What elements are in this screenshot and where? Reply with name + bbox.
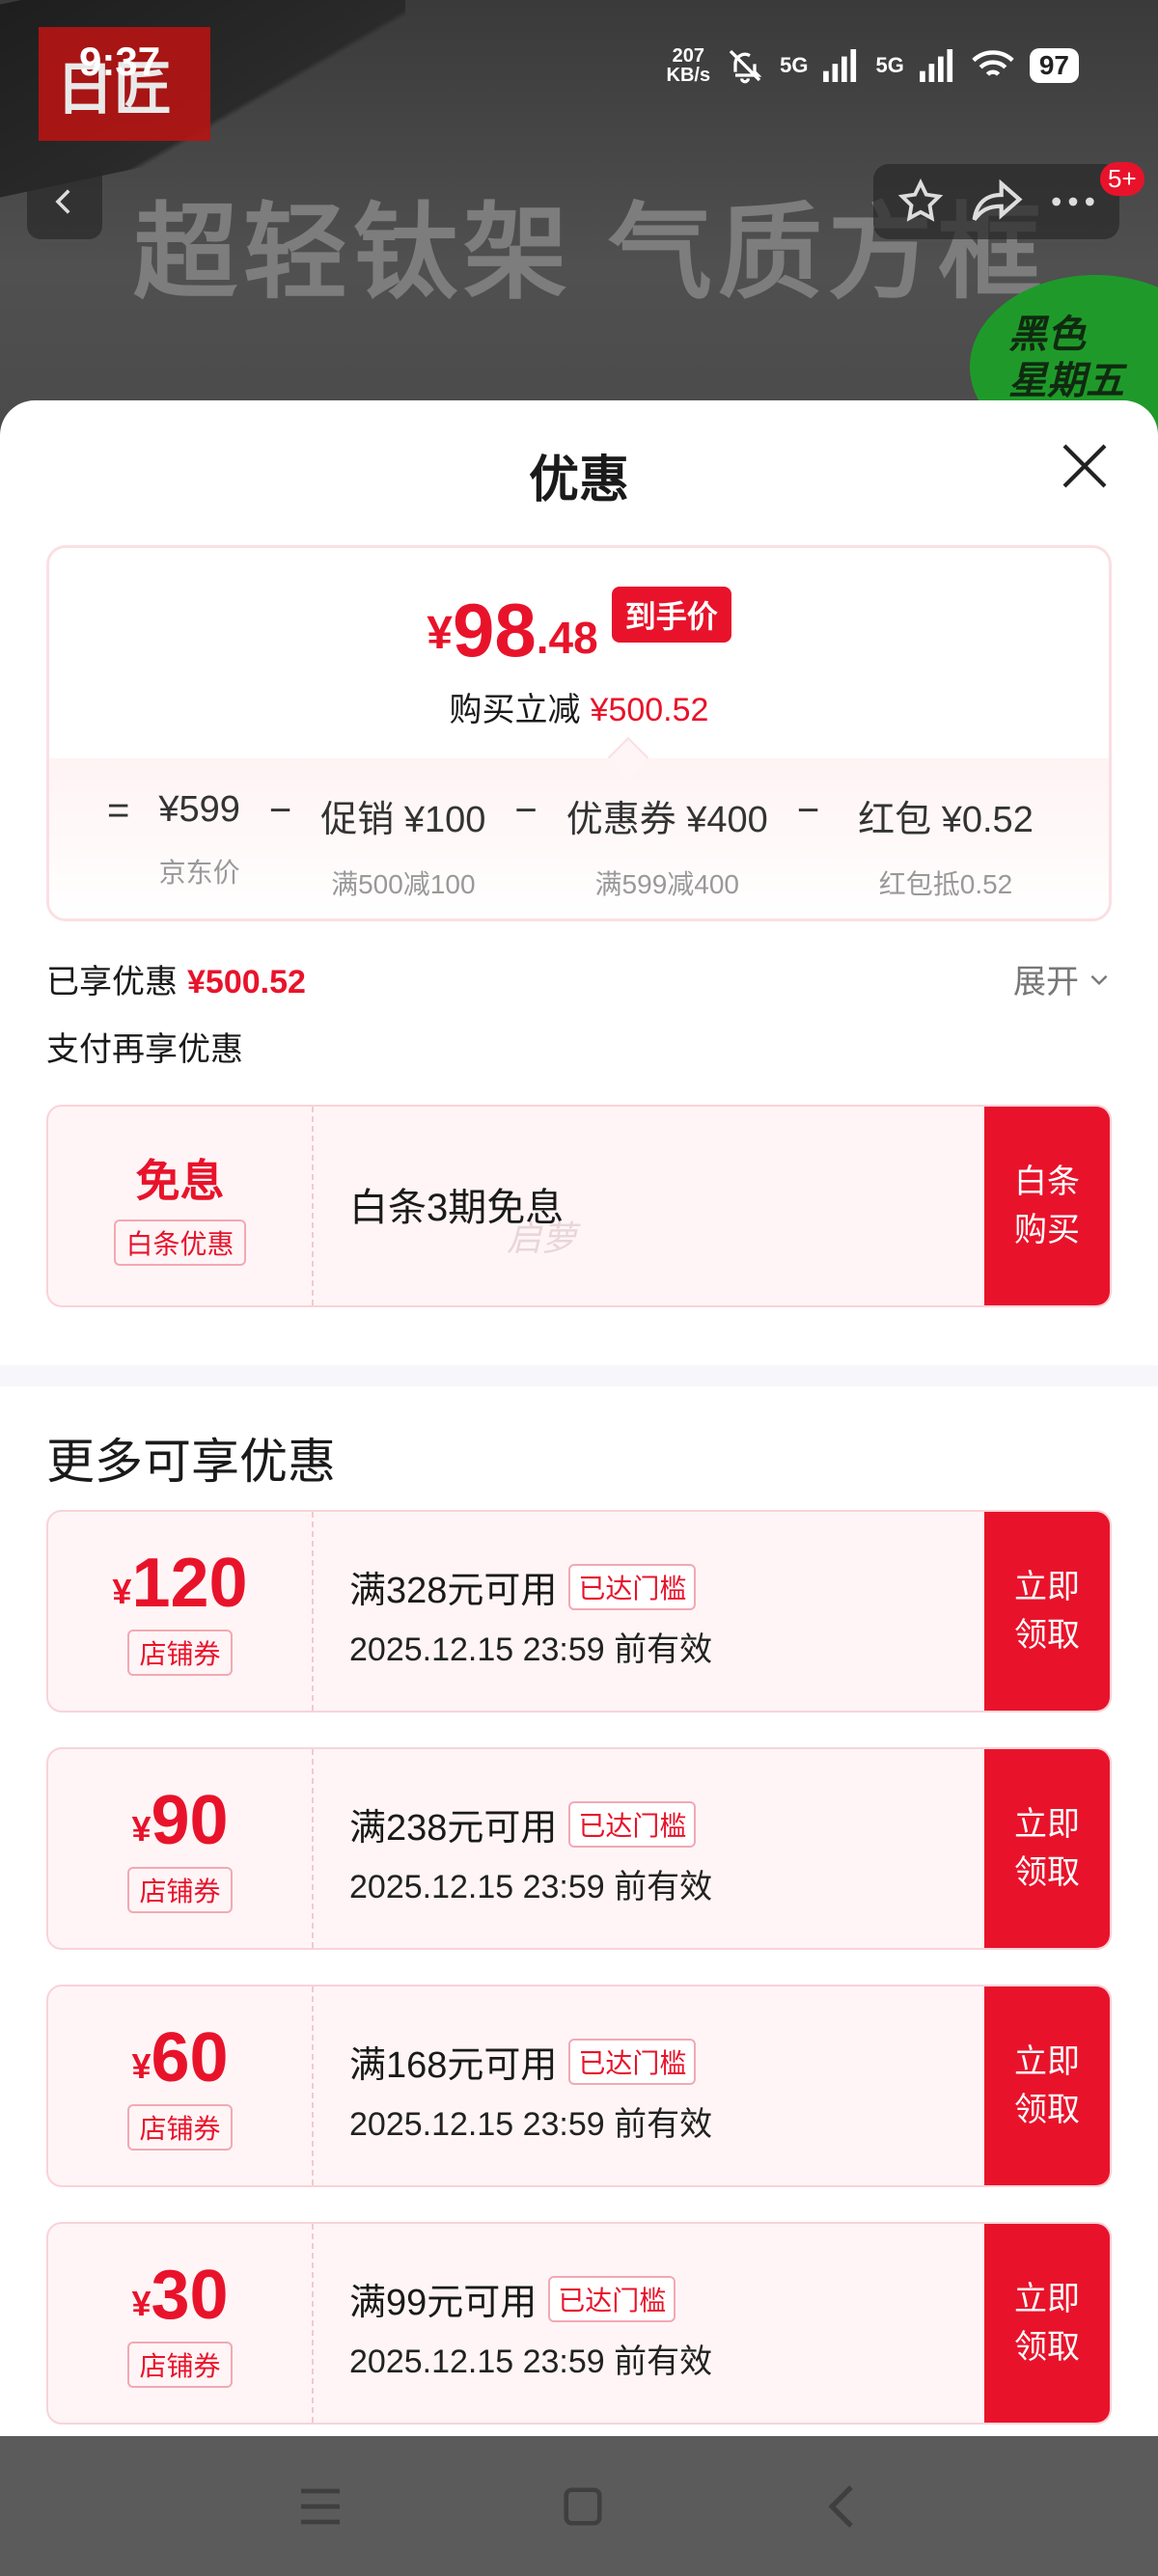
status-icons: 207 KB/s 5G 5G 97 (667, 46, 1079, 85)
coupon-type-label: 店铺券 (127, 1630, 233, 1676)
back-button[interactable] (27, 164, 102, 239)
coupon-condition: 满99元可用 (349, 2283, 538, 2323)
promo-badge-line1: 黑色 (1008, 314, 1086, 356)
signal-icon (919, 49, 952, 82)
final-price-tag: 到手价 (611, 587, 731, 643)
coupon-type-label: 店铺券 (127, 2342, 233, 2388)
sheet-title: 优惠 (528, 452, 629, 508)
store-coupon-card: ¥60 店铺券 满168元可用 已达门槛 2025.12.15 23:59 前有效… (46, 1985, 1112, 2187)
network-speed: 207 KB/s (666, 45, 711, 86)
share-icon[interactable] (970, 177, 1024, 227)
expand-button[interactable]: 展开 (1013, 955, 1112, 1002)
claim-coupon-button[interactable]: 立即领取 (984, 1512, 1110, 1711)
chevron-left-icon (55, 189, 70, 214)
enjoyed-discount: 已享优惠 ¥500.52 (46, 964, 306, 1000)
network-type-1: 5G (780, 53, 809, 77)
claim-coupon-button[interactable]: 立即领取 (984, 2224, 1110, 2423)
coupon-validity: 2025.12.15 23:59 前有效 (349, 1631, 713, 1668)
menu-icon[interactable] (297, 2485, 344, 2528)
bell-muted-icon (729, 49, 762, 84)
final-price: ¥ 98 .48 到手价 (49, 587, 1109, 668)
coupon-validity: 2025.12.15 23:59 前有效 (349, 2343, 713, 2380)
claim-coupon-button[interactable]: 立即领取 (984, 1749, 1110, 1948)
discount-sheet: 优惠 ¥ 98 .48 到手价 购买立减 ¥500.52 = ¥599 京东价 − (0, 400, 1158, 2436)
coupon-amount: ¥90 (131, 1782, 229, 1859)
status-bar: 9:37 207 KB/s 5G 5G 97 (0, 0, 1158, 135)
coupon-amount: ¥30 (131, 2257, 229, 2334)
signal-icon (823, 49, 857, 82)
top-action-bar (873, 164, 1119, 239)
free-interest-card: 免息 白条优惠 白条3期免息 白条购买 (46, 1105, 1112, 1307)
coupon-amount: ¥60 (131, 2019, 229, 2096)
threshold-reached-tag: 已达门槛 (548, 2275, 676, 2322)
formula-item-coupon: 优惠券 ¥400 满599减400 (565, 800, 768, 899)
baitiao-buy-button[interactable]: 白条购买 (984, 1107, 1110, 1305)
price-breakdown-card: ¥ 98 .48 到手价 购买立减 ¥500.52 = ¥599 京东价 − 促销… (46, 545, 1112, 921)
formula-operator: − (514, 789, 538, 832)
free-interest-title: 免息 (135, 1156, 225, 1206)
pay-more-title: 支付再享优惠 (46, 1031, 243, 1068)
formula-operator: = (107, 789, 130, 832)
home-icon[interactable] (561, 2484, 605, 2529)
notification-badge: 5+ (1100, 162, 1144, 196)
coupon-validity: 2025.12.15 23:59 前有效 (349, 1869, 713, 1905)
claim-coupon-button[interactable]: 立即领取 (984, 1987, 1110, 2185)
store-coupon-card: ¥90 店铺券 满238元可用 已达门槛 2025.12.15 23:59 前有效… (46, 1747, 1112, 1950)
threshold-reached-tag: 已达门槛 (568, 1800, 697, 1848)
section-divider (0, 1365, 1158, 1386)
status-time: 9:37 (79, 39, 161, 84)
formula-operator: − (796, 789, 820, 832)
more-discounts-title: 更多可享优惠 (46, 1435, 336, 1489)
chevron-down-icon (1090, 974, 1108, 985)
formula-item-promo: 促销 ¥100 满500减100 (320, 800, 486, 899)
coupon-validity: 2025.12.15 23:59 前有效 (349, 2106, 713, 2143)
coupon-condition: 满328元可用 (349, 1571, 558, 1611)
coupon-condition: 满238元可用 (349, 1808, 558, 1849)
formula-item-list-price: ¥599 京东价 (158, 789, 240, 888)
store-coupon-card: ¥120 店铺券 满328元可用 已达门槛 2025.12.15 23:59 前有… (46, 1510, 1112, 1713)
more-icon[interactable] (1048, 192, 1098, 211)
watermark: 启萝 (507, 1219, 577, 1258)
store-coupon-card: ¥30 店铺券 满99元可用 已达门槛 2025.12.15 23:59 前有效 … (46, 2222, 1112, 2425)
coupon-type-label: 店铺券 (127, 2104, 233, 2151)
star-icon[interactable] (896, 177, 946, 227)
promo-badge-line2: 星期五 (1008, 360, 1124, 402)
free-interest-label: 白条优惠 (114, 1219, 246, 1266)
coupon-amount: ¥120 (112, 1545, 248, 1622)
price-formula: = ¥599 京东价 − 促销 ¥100 满500减100 − 优惠券 ¥400… (49, 736, 1109, 918)
instant-reduction: 购买立减 ¥500.52 (449, 692, 709, 728)
coupon-condition: 满168元可用 (349, 2045, 558, 2086)
system-nav-bar (0, 2436, 1158, 2576)
wifi-icon (972, 50, 1014, 76)
threshold-reached-tag: 已达门槛 (568, 2038, 697, 2085)
formula-operator: − (268, 789, 292, 832)
battery-indicator: 97 (1029, 48, 1079, 83)
coupon-type-label: 店铺券 (127, 1867, 233, 1913)
formula-item-red-packet: 红包 ¥0.52 红包抵0.52 (858, 800, 1034, 899)
threshold-reached-tag: 已达门槛 (568, 1563, 697, 1610)
back-icon[interactable] (822, 2483, 861, 2530)
network-type-2: 5G (875, 53, 904, 77)
close-icon[interactable] (1058, 439, 1112, 493)
